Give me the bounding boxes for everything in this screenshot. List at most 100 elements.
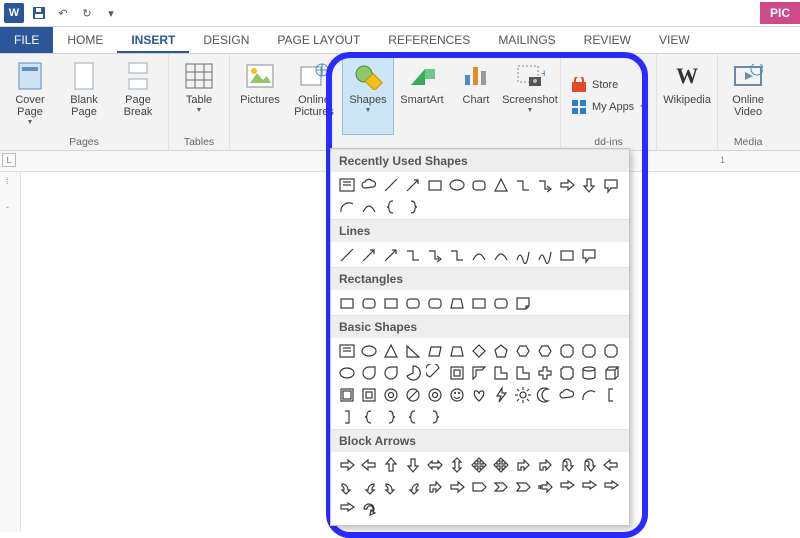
- shape-curvedl[interactable]: [359, 477, 378, 496]
- shape-frame[interactable]: [447, 363, 466, 382]
- shape-trap[interactable]: [447, 293, 466, 312]
- shape-cloud[interactable]: [359, 175, 378, 194]
- shape-curve[interactable]: [469, 245, 488, 264]
- shape-arrowline[interactable]: [403, 175, 422, 194]
- shape-oval[interactable]: [359, 341, 378, 360]
- shape-lbrace[interactable]: [403, 407, 422, 426]
- shape-roundrect[interactable]: [469, 175, 488, 194]
- shape-roundrect[interactable]: [403, 293, 422, 312]
- shape-rightarrow[interactable]: [337, 455, 356, 474]
- shape-oct[interactable]: [557, 341, 576, 360]
- shape-plaque[interactable]: [557, 363, 576, 382]
- tab-design[interactable]: DESIGN: [189, 27, 263, 53]
- shape-freeform[interactable]: [535, 245, 554, 264]
- shape-donut[interactable]: [381, 385, 400, 404]
- shape-freeform[interactable]: [513, 245, 532, 264]
- picture-tools-context-tab[interactable]: PIC: [760, 2, 800, 24]
- shape-halfframe[interactable]: [469, 363, 488, 382]
- shape-pent[interactable]: [491, 341, 510, 360]
- shape-lshape[interactable]: [491, 363, 510, 382]
- undo-icon[interactable]: ↶: [54, 4, 72, 22]
- shape-quad[interactable]: [469, 455, 488, 474]
- shape-line[interactable]: [337, 245, 356, 264]
- shape-calloutr[interactable]: [579, 477, 598, 496]
- shape-arc[interactable]: [579, 385, 598, 404]
- shape-oct[interactable]: [601, 341, 620, 360]
- shape-lbrk[interactable]: [601, 385, 620, 404]
- shape-pie[interactable]: [403, 363, 422, 382]
- shape-triangle[interactable]: [381, 341, 400, 360]
- shape-rect[interactable]: [469, 293, 488, 312]
- shape-tear[interactable]: [359, 363, 378, 382]
- shape-lbrace[interactable]: [359, 407, 378, 426]
- my-apps-button[interactable]: My Apps ▼: [571, 99, 646, 115]
- shape-lrarrow[interactable]: [425, 455, 444, 474]
- shape-hex[interactable]: [513, 341, 532, 360]
- shapes-button[interactable]: Shapes▼: [342, 57, 394, 135]
- shape-elbowarrow[interactable]: [425, 245, 444, 264]
- shape-quad[interactable]: [491, 455, 510, 474]
- online-pictures-button[interactable]: Online Pictures: [288, 57, 340, 135]
- wikipedia-button[interactable]: W Wikipedia: [661, 57, 713, 135]
- shape-elbow[interactable]: [403, 245, 422, 264]
- shape-elbow[interactable]: [447, 245, 466, 264]
- shape-pentarrow[interactable]: [469, 477, 488, 496]
- tab-insert[interactable]: INSERT: [117, 27, 189, 53]
- save-icon[interactable]: [30, 4, 48, 22]
- shape-rbrace[interactable]: [403, 197, 422, 216]
- shape-triangle[interactable]: [491, 175, 510, 194]
- shape-calloutr[interactable]: [337, 499, 356, 518]
- shape-can[interactable]: [579, 363, 598, 382]
- shape-callout[interactable]: [601, 175, 620, 194]
- shape-arrowline[interactable]: [359, 245, 378, 264]
- shape-rbrace[interactable]: [381, 407, 400, 426]
- shape-oval[interactable]: [447, 175, 466, 194]
- shape-diamond[interactable]: [469, 341, 488, 360]
- shape-chev[interactable]: [491, 477, 510, 496]
- shape-uturn[interactable]: [579, 455, 598, 474]
- shape-calloutr[interactable]: [601, 477, 620, 496]
- shape-curvedr[interactable]: [337, 477, 356, 496]
- pictures-button[interactable]: Pictures: [234, 57, 286, 135]
- tab-mailings[interactable]: MAILINGS: [484, 27, 569, 53]
- online-video-button[interactable]: Online Video: [722, 57, 774, 135]
- shape-rbrk[interactable]: [337, 407, 356, 426]
- tab-page-layout[interactable]: PAGE LAYOUT: [263, 27, 374, 53]
- shape-bevel[interactable]: [337, 385, 356, 404]
- shape-rect[interactable]: [557, 245, 576, 264]
- shape-sun[interactable]: [513, 385, 532, 404]
- shape-lshape[interactable]: [513, 363, 532, 382]
- shape-leftarrow[interactable]: [601, 455, 620, 474]
- shape-para[interactable]: [425, 341, 444, 360]
- tab-home[interactable]: HOME: [53, 27, 117, 53]
- shape-frame[interactable]: [359, 385, 378, 404]
- shape-downarrow[interactable]: [579, 175, 598, 194]
- shape-cross[interactable]: [535, 363, 554, 382]
- shape-curvedr[interactable]: [381, 477, 400, 496]
- shape-moon[interactable]: [535, 385, 554, 404]
- tab-review[interactable]: REVIEW: [570, 27, 645, 53]
- shape-bentarrow[interactable]: [425, 477, 444, 496]
- smartart-button[interactable]: SmartArt: [396, 57, 448, 135]
- shape-rbrace[interactable]: [425, 407, 444, 426]
- shape-textbox[interactable]: [337, 175, 356, 194]
- shape-roundrect[interactable]: [491, 293, 510, 312]
- shape-smile[interactable]: [447, 385, 466, 404]
- shape-bentarrow[interactable]: [535, 455, 554, 474]
- shape-roundrect[interactable]: [425, 293, 444, 312]
- shape-leftarrow[interactable]: [359, 455, 378, 474]
- shape-oct[interactable]: [579, 341, 598, 360]
- shape-elbow[interactable]: [513, 175, 532, 194]
- shape-callout[interactable]: [579, 245, 598, 264]
- shape-cube[interactable]: [601, 363, 620, 382]
- shape-elbowarrow[interactable]: [535, 175, 554, 194]
- shape-bentarrow[interactable]: [513, 455, 532, 474]
- shape-rtri[interactable]: [403, 341, 422, 360]
- table-button[interactable]: Table▼: [173, 57, 225, 135]
- shape-roundrect[interactable]: [359, 293, 378, 312]
- shape-calloutr[interactable]: [557, 477, 576, 496]
- qat-dropdown-icon[interactable]: ▾: [102, 4, 120, 22]
- shape-rect[interactable]: [425, 175, 444, 194]
- shape-arrowline[interactable]: [381, 245, 400, 264]
- shape-rightarrow[interactable]: [447, 477, 466, 496]
